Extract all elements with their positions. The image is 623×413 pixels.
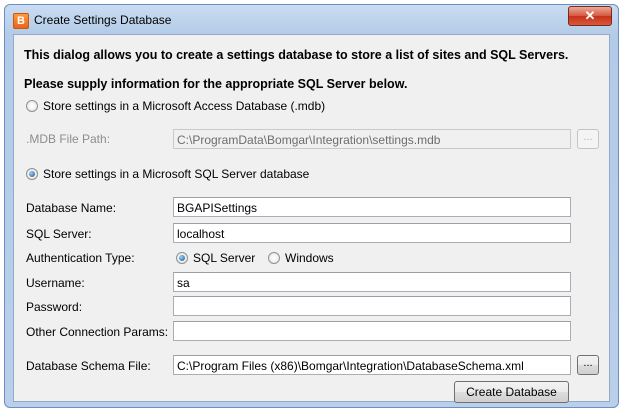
- access-database-radio[interactable]: [26, 100, 38, 112]
- intro-line-1: This dialog allows you to create a setti…: [24, 48, 569, 62]
- password-field[interactable]: [173, 296, 571, 316]
- auth-sql-server-radio[interactable]: [176, 252, 188, 264]
- bomgar-app-icon: B: [13, 13, 29, 29]
- database-name-field[interactable]: BGAPISettings: [173, 197, 571, 217]
- intro-line-2: Please supply information for the approp…: [24, 77, 408, 91]
- password-label: Password:: [26, 300, 83, 314]
- mdb-file-path-field[interactable]: C:\ProgramData\Bomgar\Integration\settin…: [173, 129, 571, 149]
- username-field[interactable]: sa: [173, 272, 571, 292]
- schema-browse-button[interactable]: ...: [577, 355, 599, 375]
- database-name-label: Database Name:: [26, 201, 117, 215]
- auth-sql-server-label[interactable]: SQL Server: [193, 251, 255, 265]
- sql-server-database-radio[interactable]: [26, 168, 38, 180]
- access-database-radio-label[interactable]: Store settings in a Microsoft Access Dat…: [43, 99, 325, 113]
- authentication-type-label: Authentication Type:: [26, 251, 135, 265]
- create-database-button[interactable]: Create Database: [454, 381, 569, 403]
- other-connection-params-field[interactable]: [173, 321, 571, 341]
- sql-server-field[interactable]: localhost: [173, 223, 571, 243]
- mdb-file-path-label: .MDB File Path:: [26, 132, 111, 146]
- username-label: Username:: [26, 276, 85, 290]
- dialog-window: B Create Settings Database ✕ This dialog…: [4, 4, 619, 408]
- auth-windows-radio[interactable]: [268, 252, 280, 264]
- sql-server-database-radio-label[interactable]: Store settings in a Microsoft SQL Server…: [43, 167, 309, 181]
- auth-windows-label[interactable]: Windows: [285, 251, 334, 265]
- close-button[interactable]: ✕: [568, 6, 612, 26]
- database-schema-file-field[interactable]: C:\Program Files (x86)\Bomgar\Integratio…: [173, 355, 571, 375]
- dialog-body: This dialog allows you to create a setti…: [13, 34, 610, 403]
- database-schema-file-label: Database Schema File:: [26, 359, 151, 373]
- other-connection-params-label: Other Connection Params:: [26, 325, 169, 339]
- window-title: Create Settings Database: [34, 13, 172, 27]
- mdb-browse-button[interactable]: ...: [577, 129, 599, 149]
- title-bar[interactable]: B Create Settings Database ✕: [5, 5, 618, 35]
- close-icon: ✕: [584, 8, 596, 23]
- sql-server-label: SQL Server:: [26, 227, 92, 241]
